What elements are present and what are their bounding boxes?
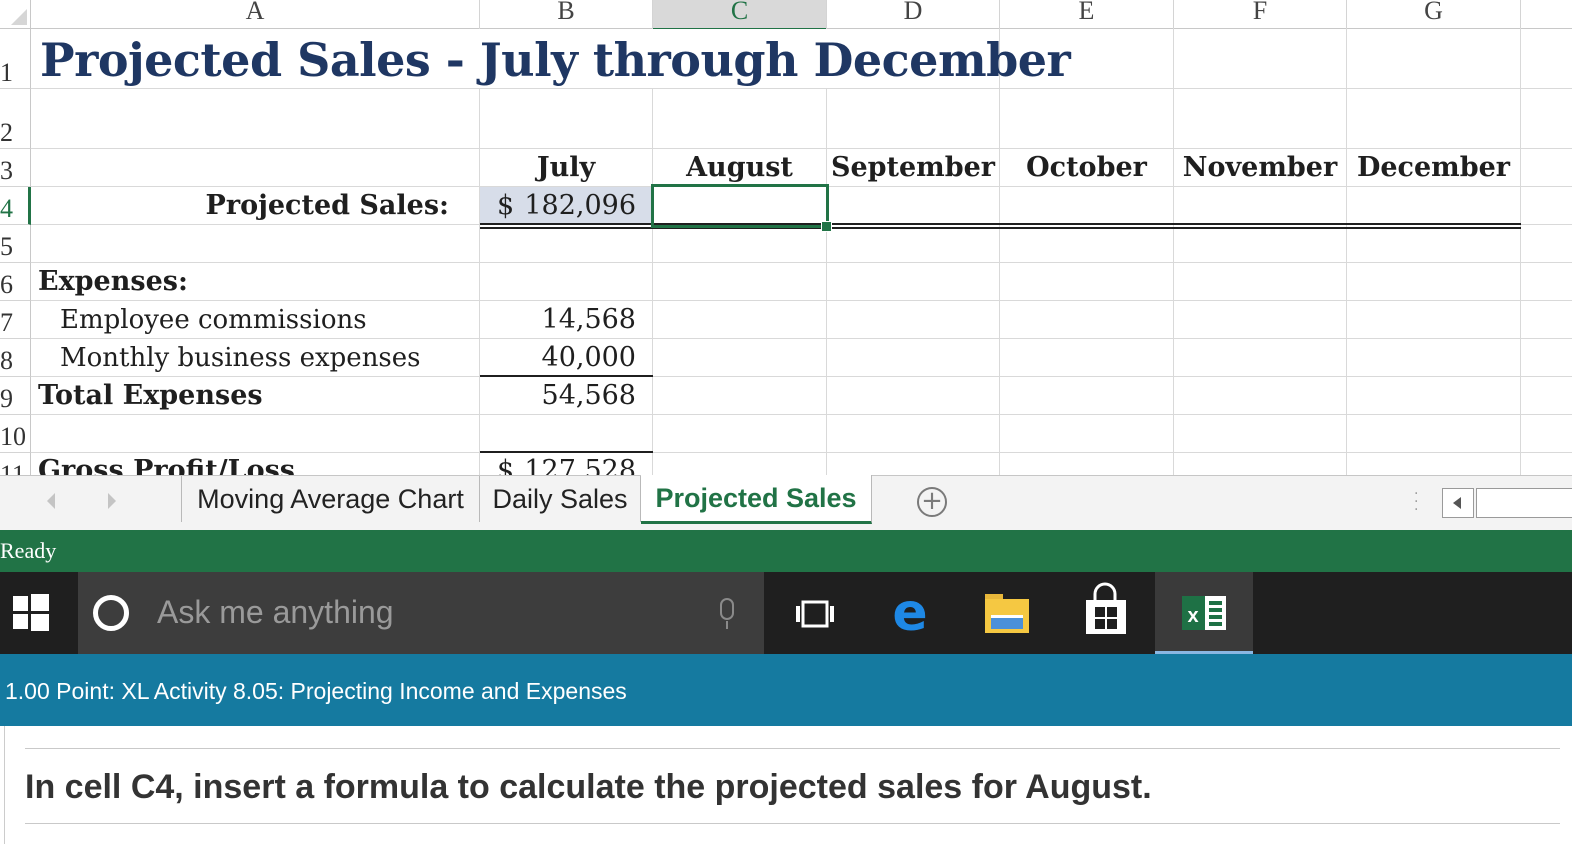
gridline bbox=[31, 262, 1572, 263]
tab-projected-sales[interactable]: Projected Sales bbox=[641, 475, 872, 524]
gridline bbox=[31, 88, 1572, 89]
row-header-1[interactable]: 1 bbox=[0, 29, 31, 89]
question-header: 1.00 Point: XL Activity 8.05: Projecting… bbox=[0, 654, 1572, 726]
month-header-september[interactable]: September bbox=[827, 152, 999, 183]
gridline bbox=[31, 414, 1572, 415]
gridline bbox=[1173, 28, 1174, 475]
microphone-icon[interactable] bbox=[720, 598, 734, 620]
double-border-top bbox=[480, 223, 1521, 225]
svg-text:x: x bbox=[1187, 605, 1198, 627]
row-header-9[interactable]: 9 bbox=[0, 377, 31, 415]
windows-taskbar: Ask me anything e x bbox=[0, 572, 1572, 654]
projected-sales-label[interactable]: Projected Sales: bbox=[31, 190, 449, 221]
gridline bbox=[999, 28, 1000, 475]
gridline bbox=[31, 376, 1572, 377]
select-all-corner[interactable] bbox=[0, 0, 31, 29]
sheet-title[interactable]: Projected Sales - July through December bbox=[40, 33, 1071, 87]
row-header-6[interactable]: 6 bbox=[0, 263, 31, 301]
gridline bbox=[652, 28, 653, 475]
column-header-b[interactable]: B bbox=[480, 0, 653, 29]
svg-text:e: e bbox=[892, 583, 927, 643]
month-header-july[interactable]: July bbox=[480, 152, 652, 183]
task-view-icon[interactable] bbox=[795, 599, 835, 629]
row-header-3[interactable]: 3 bbox=[0, 149, 31, 187]
total-expenses-value[interactable]: 54,568 bbox=[480, 380, 636, 411]
row-header-11[interactable]: 11 bbox=[0, 453, 31, 475]
excel-icon: x bbox=[1182, 596, 1226, 630]
cortana-search-box[interactable]: Ask me anything bbox=[78, 572, 764, 654]
tab-scroll-right-icon[interactable] bbox=[108, 493, 116, 509]
gridline bbox=[31, 300, 1572, 301]
gridline bbox=[31, 338, 1572, 339]
horizontal-scrollbar[interactable] bbox=[1476, 488, 1572, 518]
month-header-november[interactable]: November bbox=[1174, 152, 1346, 183]
edge-browser-icon[interactable]: e bbox=[862, 572, 958, 654]
monthly-business-expenses-label[interactable]: Monthly business expenses bbox=[60, 343, 421, 373]
add-sheet-icon[interactable]: + bbox=[917, 487, 947, 517]
status-bar: Ready bbox=[0, 530, 1572, 572]
excel-taskbar-button[interactable]: x bbox=[1155, 572, 1253, 654]
column-header-c[interactable]: C bbox=[653, 0, 827, 31]
border-b8 bbox=[480, 375, 653, 377]
worksheet-grid[interactable]: A B C D E F G 1 2 3 4 5 6 7 8 9 10 11 Pr… bbox=[0, 0, 1572, 475]
fill-handle[interactable] bbox=[821, 221, 832, 232]
search-placeholder: Ask me anything bbox=[157, 594, 394, 630]
row-header-2[interactable]: 2 bbox=[0, 89, 31, 149]
total-expenses-label[interactable]: Total Expenses bbox=[38, 380, 263, 411]
gross-profit-value[interactable]: 127,528 bbox=[480, 455, 636, 475]
employee-commissions-value[interactable]: 14,568 bbox=[480, 304, 636, 335]
store-icon[interactable] bbox=[1057, 572, 1153, 654]
cortana-icon[interactable] bbox=[93, 595, 129, 631]
row-header-5[interactable]: 5 bbox=[0, 225, 31, 263]
double-border-bottom bbox=[480, 227, 1521, 229]
gridline bbox=[31, 148, 1572, 149]
microphone-stem bbox=[726, 621, 728, 629]
tab-daily-sales[interactable]: Daily Sales bbox=[480, 476, 641, 522]
column-header-e[interactable]: E bbox=[1000, 0, 1174, 29]
sheet-tabs-bar: Moving Average Chart Daily Sales Project… bbox=[0, 475, 1572, 531]
gross-profit-label[interactable]: Gross Profit/Loss bbox=[38, 455, 295, 475]
month-header-august[interactable]: August bbox=[653, 152, 826, 183]
column-header-f[interactable]: F bbox=[1174, 0, 1347, 29]
hscroll-left-icon[interactable] bbox=[1442, 488, 1474, 518]
divider bbox=[25, 748, 1560, 749]
windows-start-icon[interactable] bbox=[13, 594, 49, 631]
employee-commissions-label[interactable]: Employee commissions bbox=[60, 305, 367, 335]
column-header-d[interactable]: D bbox=[827, 0, 1000, 29]
divider bbox=[25, 823, 1560, 824]
tab-scroll-left-icon[interactable] bbox=[47, 493, 55, 509]
column-header-g[interactable]: G bbox=[1347, 0, 1521, 29]
active-cell-c4[interactable] bbox=[651, 184, 829, 228]
question-instruction: In cell C4, insert a formula to calculat… bbox=[25, 768, 1152, 806]
july-projected-sales[interactable]: 182,096 bbox=[480, 190, 636, 221]
month-header-october[interactable]: October bbox=[1000, 152, 1173, 183]
more-options-icon[interactable]: · · · bbox=[1414, 487, 1418, 517]
gridline bbox=[1520, 28, 1521, 475]
tab-moving-average-chart[interactable]: Moving Average Chart bbox=[182, 476, 480, 522]
column-header-a[interactable]: A bbox=[31, 0, 480, 29]
column-header-h[interactable] bbox=[1521, 0, 1572, 29]
expenses-label[interactable]: Expenses: bbox=[38, 266, 188, 297]
row-header-10[interactable]: 10 bbox=[0, 415, 31, 453]
question-body: In cell C4, insert a formula to calculat… bbox=[4, 726, 1572, 844]
question-title: 1.00 Point: XL Activity 8.05: Projecting… bbox=[5, 678, 627, 704]
status-text: Ready bbox=[0, 538, 57, 563]
gridline bbox=[1346, 28, 1347, 475]
row-header-7[interactable]: 7 bbox=[0, 301, 31, 339]
gridline bbox=[31, 452, 1572, 453]
gridline bbox=[826, 28, 827, 475]
monthly-business-expenses-value[interactable]: 40,000 bbox=[480, 342, 636, 373]
month-header-december[interactable]: December bbox=[1347, 152, 1520, 183]
file-explorer-icon[interactable] bbox=[958, 572, 1054, 654]
border-b10 bbox=[480, 451, 653, 453]
row-header-8[interactable]: 8 bbox=[0, 339, 31, 377]
row-header-4[interactable]: 4 bbox=[0, 187, 31, 225]
